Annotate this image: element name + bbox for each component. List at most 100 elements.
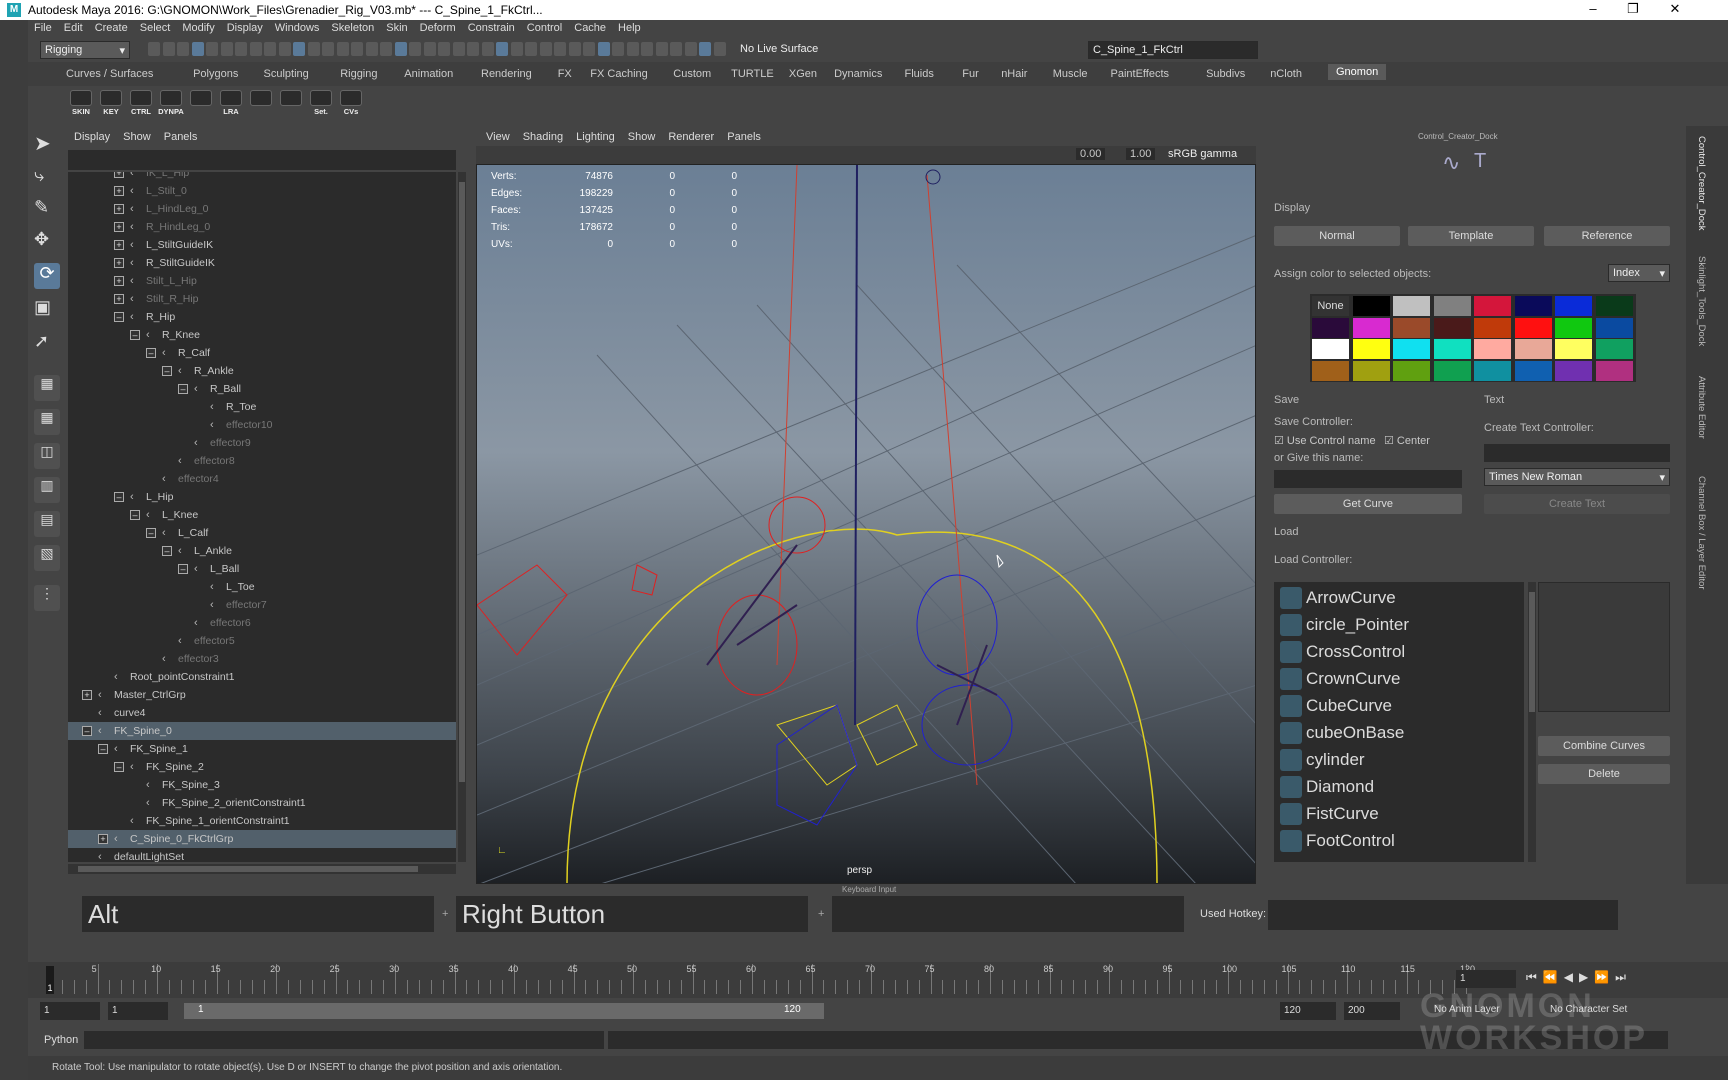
expand-icon[interactable]: + [114, 258, 124, 268]
outliner-layout-icon[interactable]: ▥ [34, 477, 60, 503]
outliner-row[interactable]: ‹ effector8 [68, 452, 456, 470]
menu-set-dropdown[interactable]: Rigging ▾ [40, 41, 130, 59]
shelf-tab-polygons[interactable]: Polygons [193, 68, 238, 80]
color-swatch[interactable] [1393, 360, 1430, 381]
statusline-tool-icon[interactable] [394, 42, 407, 56]
minimize-button[interactable]: – [1578, 1, 1608, 16]
menu-cache[interactable]: Cache [568, 20, 612, 36]
statusline-tool-icon[interactable] [423, 42, 436, 56]
color-swatch[interactable] [1433, 360, 1471, 381]
statusline-tool-icon[interactable] [452, 42, 465, 56]
color-swatch[interactable] [1352, 339, 1390, 359]
outliner-row[interactable]: ‹ FK_Spine_1_orientConstraint1 [68, 812, 456, 830]
statusline-tool-icon[interactable] [365, 42, 378, 56]
outliner-row[interactable]: + ‹ R_StiltGuideIK [68, 254, 456, 272]
expand-icon[interactable]: – [146, 528, 156, 538]
color-swatch[interactable] [1474, 360, 1511, 381]
color-swatch[interactable] [1514, 317, 1552, 338]
menu-windows[interactable]: Windows [269, 20, 326, 36]
shelf-tab-fur[interactable]: Fur [962, 68, 979, 80]
shelf-tab-ncloth[interactable]: nCloth [1270, 68, 1302, 80]
outliner-row[interactable]: – ‹ FK_Spine_1 [68, 740, 456, 758]
playback-controls[interactable]: ⏮⏪◀▶⏩⏭ [1526, 970, 1632, 985]
menu-skin[interactable]: Skin [380, 20, 413, 36]
color-swatch[interactable] [1514, 360, 1552, 381]
color-swatch[interactable] [1312, 360, 1349, 381]
controller-list-item[interactable]: ArrowCurve [1278, 584, 1518, 611]
outliner-row[interactable]: + ‹ Master_CtrlGrp [68, 686, 456, 704]
four-view-icon[interactable]: ▦ [34, 409, 60, 435]
expand-icon[interactable]: – [82, 726, 92, 736]
shelf-tab-nhair[interactable]: nHair [1001, 68, 1027, 80]
viewport-menu-shading[interactable]: Shading [523, 131, 563, 143]
statusline-tool-icon[interactable] [496, 42, 508, 56]
color-swatch[interactable] [1433, 339, 1471, 359]
center-checkbox[interactable]: ☑ Center [1384, 434, 1430, 447]
expand-icon[interactable]: + [114, 186, 124, 196]
menu-control[interactable]: Control [521, 20, 568, 36]
statusline-tool-icon[interactable] [249, 42, 262, 56]
move-tool-icon[interactable]: ✥ [34, 229, 60, 255]
outliner-row[interactable]: ‹ effector3 [68, 650, 456, 668]
color-swatch[interactable] [1433, 317, 1471, 338]
outliner-row[interactable]: ‹ effector10 [68, 416, 456, 434]
outliner-row[interactable]: – ‹ R_Hip [68, 308, 456, 326]
color-swatch[interactable] [1595, 339, 1633, 359]
side-tab-attribute-editor[interactable]: Attribute Editor [1696, 376, 1707, 439]
statusline-tool-icon[interactable] [539, 42, 552, 56]
color-swatch[interactable] [1555, 339, 1592, 359]
color-swatch[interactable] [1352, 360, 1390, 381]
statusline-tool-icon[interactable] [583, 42, 595, 56]
shelf-tab-turtle[interactable]: TURTLE [731, 68, 774, 80]
shelf-tab-sculpting[interactable]: Sculpting [264, 68, 309, 80]
template-button[interactable]: Template [1408, 226, 1534, 246]
statusline-tool-icon[interactable] [264, 42, 276, 56]
playhead[interactable]: 1 [46, 966, 54, 994]
color-swatch[interactable] [1433, 296, 1471, 316]
color-swatch[interactable] [1555, 360, 1592, 381]
outliner-row[interactable]: + ‹ C_Spine_0_FkCtrlGrp [68, 830, 456, 848]
statusline-tool-icon[interactable] [481, 42, 494, 56]
outliner-row[interactable]: ‹ effector5 [68, 632, 456, 650]
playback-end-field[interactable]: 120 [1280, 1002, 1336, 1020]
more-layouts-icon[interactable]: ⋮ [34, 585, 60, 611]
viewport-menu-panels[interactable]: Panels [727, 131, 761, 143]
outliner-row[interactable]: + ‹ Stilt_L_Hip [68, 272, 456, 290]
delete-button[interactable]: Delete [1538, 764, 1670, 784]
viewport-menu-view[interactable]: View [486, 131, 510, 143]
outliner-row[interactable]: + ‹ R_HindLeg_0 [68, 218, 456, 236]
lasso-tool-icon[interactable]: ⤷ [34, 165, 60, 191]
statusline-tool-icon[interactable] [177, 42, 189, 56]
expand-icon[interactable]: – [130, 330, 140, 340]
statusline-tool-icon[interactable] [641, 42, 653, 56]
viewport-menu-show[interactable]: Show [628, 131, 656, 143]
controller-list-item[interactable]: circle_Pointer [1278, 611, 1518, 638]
scale-tool-icon[interactable]: ▣ [34, 297, 60, 323]
shelf-tab-dynamics[interactable]: Dynamics [834, 68, 882, 80]
color-swatch[interactable] [1474, 339, 1511, 359]
statusline-tool-icon[interactable] [162, 42, 175, 56]
outliner-scrollbar[interactable] [458, 172, 466, 862]
statusline-tool-icon[interactable] [438, 42, 450, 56]
outliner-row[interactable]: – ‹ R_Calf [68, 344, 456, 362]
outliner-row[interactable]: + ‹ L_HindLeg_0 [68, 200, 456, 218]
color-swatch[interactable] [1352, 296, 1390, 316]
controller-list-item[interactable]: cylinder [1278, 746, 1518, 773]
statusline-tool-icon[interactable] [148, 42, 160, 56]
shelf-tab-animation[interactable]: Animation [404, 68, 453, 80]
statusline-tool-icon[interactable] [336, 42, 349, 56]
expand-icon[interactable]: – [146, 348, 156, 358]
exposure-field[interactable]: 0.00 [1076, 148, 1106, 160]
shelf-tab-custom[interactable]: Custom [673, 68, 711, 80]
outliner-filter-field[interactable] [68, 150, 456, 170]
shelf-button[interactable]: KEY [98, 90, 124, 118]
outliner-row[interactable]: – ‹ FK_Spine_2 [68, 758, 456, 776]
controller-list-item[interactable]: FootControl [1278, 827, 1518, 854]
expand-icon[interactable]: + [114, 204, 124, 214]
end-time-field[interactable]: 200 [1344, 1002, 1400, 1020]
controller-list-item[interactable]: CubeCurve [1278, 692, 1518, 719]
color-swatch[interactable] [1595, 360, 1633, 381]
statusline-tool-icon[interactable] [612, 42, 624, 56]
statusline-tool-icon[interactable] [293, 42, 305, 56]
shelf-button[interactable] [188, 90, 214, 118]
